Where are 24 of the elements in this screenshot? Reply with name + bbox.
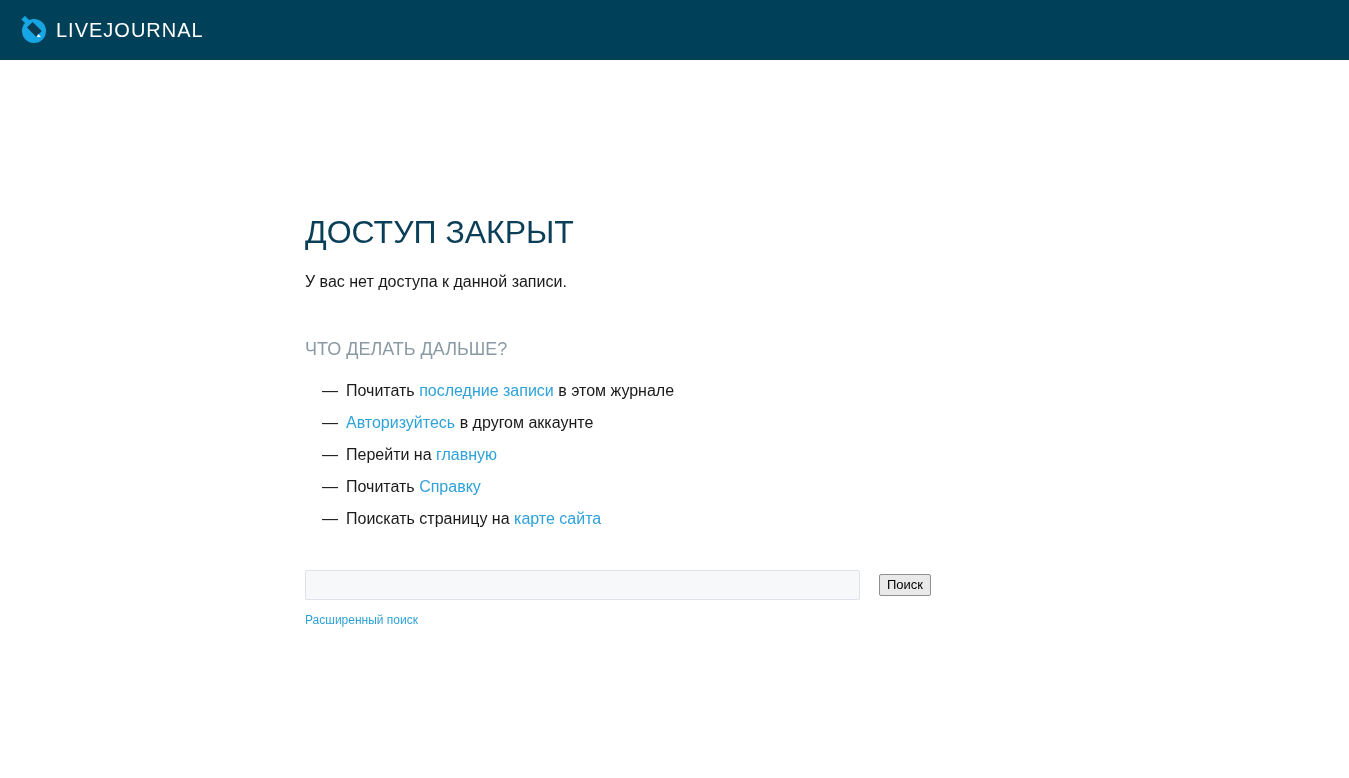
suggestion-link[interactable]: главную xyxy=(436,446,498,463)
suggestion-link[interactable]: карте сайта xyxy=(514,510,602,527)
suggestion-text: Перейти на главную xyxy=(346,445,498,465)
search-button[interactable]: Поиск xyxy=(879,574,932,596)
section-heading: ЧТО ДЕЛАТЬ ДАЛЬШЕ? xyxy=(305,338,508,361)
page-title: ДОСТУП ЗАКРЫТ xyxy=(305,213,574,252)
site-logo[interactable]: LIVEJOURNAL xyxy=(20,15,204,45)
suggestion-text: Авторизуйтесь в другом аккаунте xyxy=(346,413,594,433)
pencil-logo-icon xyxy=(20,16,48,44)
logo-text: LIVEJOURNAL xyxy=(56,18,204,43)
suggestion-link[interactable]: последние записи xyxy=(419,382,554,399)
dash-bullet: — xyxy=(322,413,338,433)
dash-bullet: — xyxy=(322,509,338,529)
suggestion-text: Почитать последние записи в этом журнале xyxy=(346,381,675,401)
suggestion-link[interactable]: Авторизуйтесь xyxy=(346,414,456,431)
search-field[interactable] xyxy=(305,570,860,600)
suggestion-text: Поискать страницу на карте сайта xyxy=(346,509,602,529)
dash-bullet: — xyxy=(322,445,338,465)
dash-bullet: — xyxy=(322,381,338,401)
suggestion-text: Почитать Справку xyxy=(346,477,481,497)
advanced-search-link[interactable]: Расширенный поиск xyxy=(305,611,418,629)
dash-bullet: — xyxy=(322,477,338,497)
suggestion-link[interactable]: Справку xyxy=(419,478,481,495)
access-message: У вас нет доступа к данной записи. xyxy=(305,272,567,292)
